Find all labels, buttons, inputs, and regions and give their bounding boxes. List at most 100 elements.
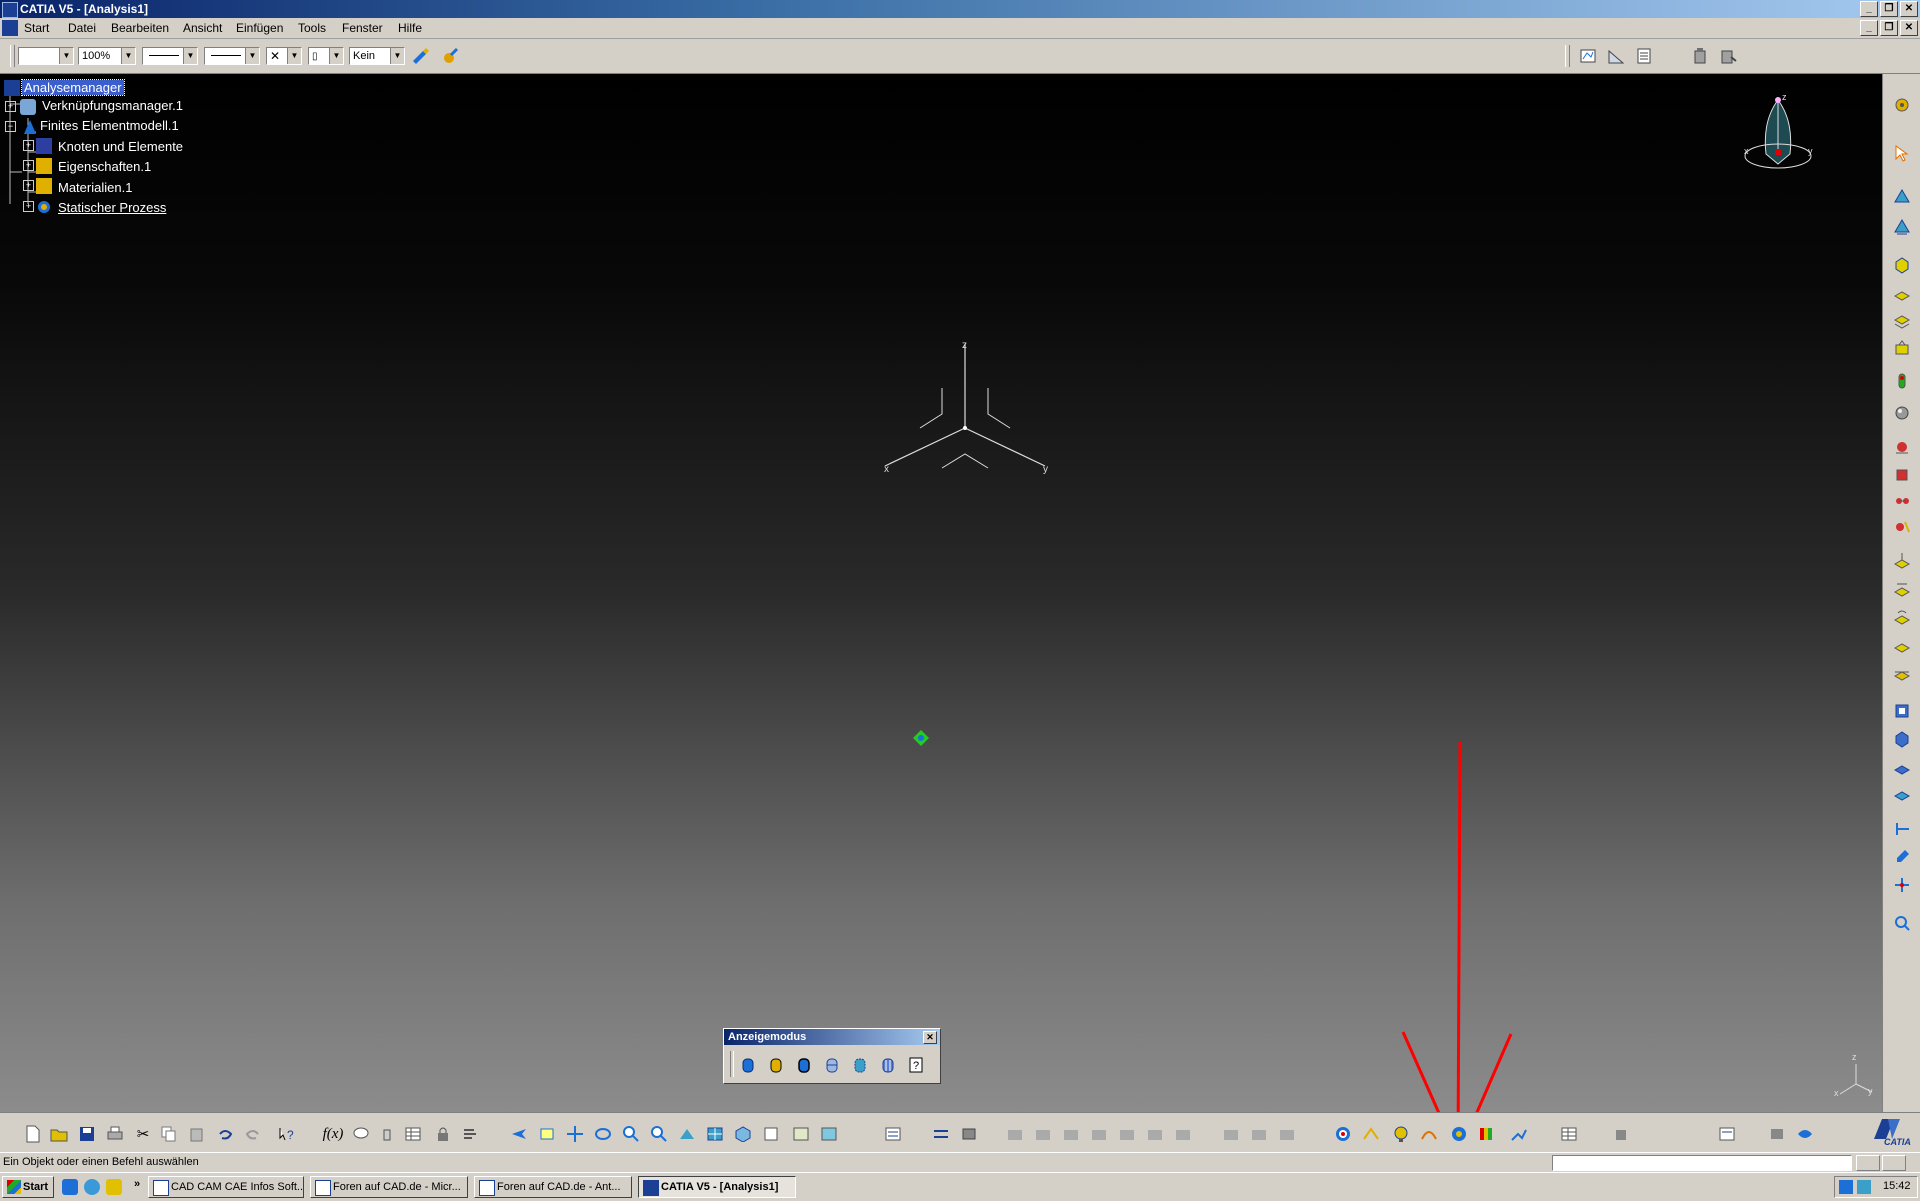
close-button[interactable]: ✕ — [1900, 1, 1918, 17]
line-force-icon[interactable] — [1891, 634, 1913, 656]
section-tool-1-icon[interactable] — [1220, 1123, 1242, 1145]
deformed-mesh-icon[interactable] — [1360, 1123, 1382, 1145]
menu-start[interactable]: Start — [24, 21, 49, 35]
surface-force-icon[interactable] — [1891, 662, 1913, 684]
catalog-browser-icon[interactable] — [1716, 1123, 1738, 1145]
expand-toggle[interactable]: + — [5, 101, 16, 112]
knowledge-advisor-icon[interactable] — [1766, 1123, 1788, 1145]
pin-icon[interactable] — [1891, 846, 1913, 868]
section-tool-2-icon[interactable] — [1248, 1123, 1270, 1145]
report-table-icon[interactable] — [1558, 1123, 1580, 1145]
tree-item-eigenschaften[interactable]: Eigenschaften.1 — [58, 159, 151, 174]
copy-icon[interactable] — [158, 1123, 180, 1145]
print-icon[interactable] — [104, 1123, 126, 1145]
doc-restore-button[interactable]: ❐ — [1880, 20, 1898, 36]
datum-icon[interactable] — [1891, 818, 1913, 840]
toolbar-grip-right[interactable] — [1565, 45, 1570, 67]
swap-space-icon[interactable] — [818, 1123, 840, 1145]
distance-analysis-icon[interactable] — [930, 1123, 952, 1145]
settings-gear-icon[interactable] — [1891, 94, 1913, 116]
section-tool-3-icon[interactable] — [1276, 1123, 1298, 1145]
whats-this-icon[interactable]: ? — [276, 1123, 298, 1145]
status-button-2[interactable] — [1882, 1155, 1906, 1171]
temperature-field-icon[interactable] — [1891, 756, 1913, 778]
fly-mode-icon[interactable] — [508, 1123, 530, 1145]
taskbar-button-cad-infos[interactable]: CAD CAM CAE Infos Soft... — [148, 1176, 304, 1198]
zoom-search-icon[interactable] — [1891, 912, 1913, 934]
sphere-icon[interactable] — [1891, 402, 1913, 424]
zoom-out-icon[interactable] — [648, 1123, 670, 1145]
tray-app-icon[interactable] — [1857, 1180, 1871, 1194]
rendering-style-combo[interactable]: ▯ ▼ — [308, 47, 344, 65]
select-arrow-icon[interactable] — [1891, 142, 1913, 164]
principal-stress-icon[interactable] — [1448, 1123, 1470, 1145]
tree-item-statischer-prozess[interactable]: Statischer Prozess — [58, 200, 166, 215]
save-icon[interactable] — [76, 1123, 98, 1145]
undo-icon[interactable] — [214, 1123, 236, 1145]
desktop-icon[interactable] — [62, 1179, 78, 1195]
group-icon[interactable] — [1891, 436, 1913, 458]
cut-icon[interactable]: ✂ — [132, 1123, 154, 1145]
tree-item-knoten-und-elemente[interactable]: Knoten und Elemente — [58, 139, 183, 154]
tree-item-verknuepfungsmanager[interactable]: Verknüpfungsmanager.1 — [42, 98, 183, 113]
doc-minimize-button[interactable]: _ — [1860, 20, 1878, 36]
properties-brush-icon[interactable] — [440, 46, 460, 66]
wireframe-icon[interactable] — [822, 1055, 842, 1075]
animate-icon[interactable] — [1508, 1123, 1530, 1145]
rotate-icon[interactable] — [592, 1123, 614, 1145]
expand-toggle[interactable]: + — [23, 201, 34, 212]
menu-hilfe[interactable]: Hilfe — [398, 21, 422, 35]
pressure-load-icon[interactable] — [1891, 550, 1913, 572]
shading-edges-icon[interactable] — [766, 1055, 786, 1075]
menu-bearbeiten[interactable]: Bearbeiten — [111, 21, 169, 35]
mass-icon[interactable] — [1891, 516, 1913, 538]
expand-toggle[interactable]: + — [23, 140, 34, 151]
enforced-displacement-icon[interactable] — [1891, 728, 1913, 750]
custom-view-icon[interactable]: ? — [906, 1055, 926, 1075]
minimize-button[interactable]: _ — [1860, 1, 1878, 17]
node-icon[interactable] — [1891, 874, 1913, 896]
tray-network-icon[interactable] — [1839, 1180, 1853, 1194]
normal-view-icon[interactable] — [676, 1123, 698, 1145]
display-mode-header[interactable]: Anzeigemodus ✕ — [724, 1029, 940, 1045]
material-icon[interactable] — [1891, 370, 1913, 392]
catalog-icon[interactable] — [882, 1123, 904, 1145]
paste-icon[interactable] — [186, 1123, 208, 1145]
hide-show-icon[interactable] — [790, 1123, 812, 1145]
shading-material-icon[interactable] — [878, 1055, 898, 1075]
mesh-part-icon[interactable] — [1891, 254, 1913, 276]
compass-icon[interactable]: x y z — [1738, 92, 1818, 176]
command-input[interactable] — [1552, 1155, 1852, 1171]
formula-icon[interactable]: f(x) — [322, 1123, 344, 1145]
display-mode-toolbar[interactable]: Anzeigemodus ✕ ? — [723, 1028, 941, 1084]
restraint-icon[interactable] — [1891, 216, 1913, 238]
multi-view-icon[interactable] — [704, 1123, 726, 1145]
start-button[interactable]: Start — [2, 1176, 54, 1198]
connection-icon[interactable] — [1891, 490, 1913, 512]
mesh-tool-7-icon[interactable] — [1172, 1123, 1194, 1145]
mesh-tool-6-icon[interactable] — [1144, 1123, 1166, 1145]
color-combo[interactable]: ▼ — [18, 47, 74, 65]
taskbar-button-foren-ant[interactable]: Foren auf CAD.de - Ant... — [474, 1176, 632, 1198]
clash-icon[interactable] — [958, 1123, 980, 1145]
status-button-1[interactable] — [1856, 1155, 1880, 1171]
mesh-tool-5-icon[interactable] — [1116, 1123, 1138, 1145]
catia-app-icon[interactable] — [2, 2, 18, 18]
expand-toggle[interactable]: + — [23, 160, 34, 171]
quicklaunch-icon[interactable] — [106, 1179, 122, 1195]
surface-mesh-icon[interactable] — [1891, 284, 1913, 306]
document-icon[interactable] — [2, 20, 18, 36]
open-folder-icon[interactable] — [48, 1123, 70, 1145]
color-palette-icon[interactable] — [1476, 1123, 1498, 1145]
web-icon[interactable] — [1794, 1123, 1816, 1145]
distributed-force-icon[interactable] — [1891, 578, 1913, 600]
sensor-icon[interactable] — [1891, 700, 1913, 722]
menu-tools[interactable]: Tools — [298, 21, 326, 35]
tree-item-analysemanager[interactable]: Analysemanager — [21, 79, 125, 96]
taskbar-button-foren-micr[interactable]: Foren auf CAD.de - Micr... — [310, 1176, 468, 1198]
smooth-connection-icon[interactable] — [1891, 782, 1913, 804]
new-file-icon[interactable] — [22, 1123, 44, 1145]
browser-icon[interactable] — [84, 1179, 100, 1195]
hidden-line-icon[interactable] — [850, 1055, 870, 1075]
virtual-part-icon[interactable] — [1891, 464, 1913, 486]
